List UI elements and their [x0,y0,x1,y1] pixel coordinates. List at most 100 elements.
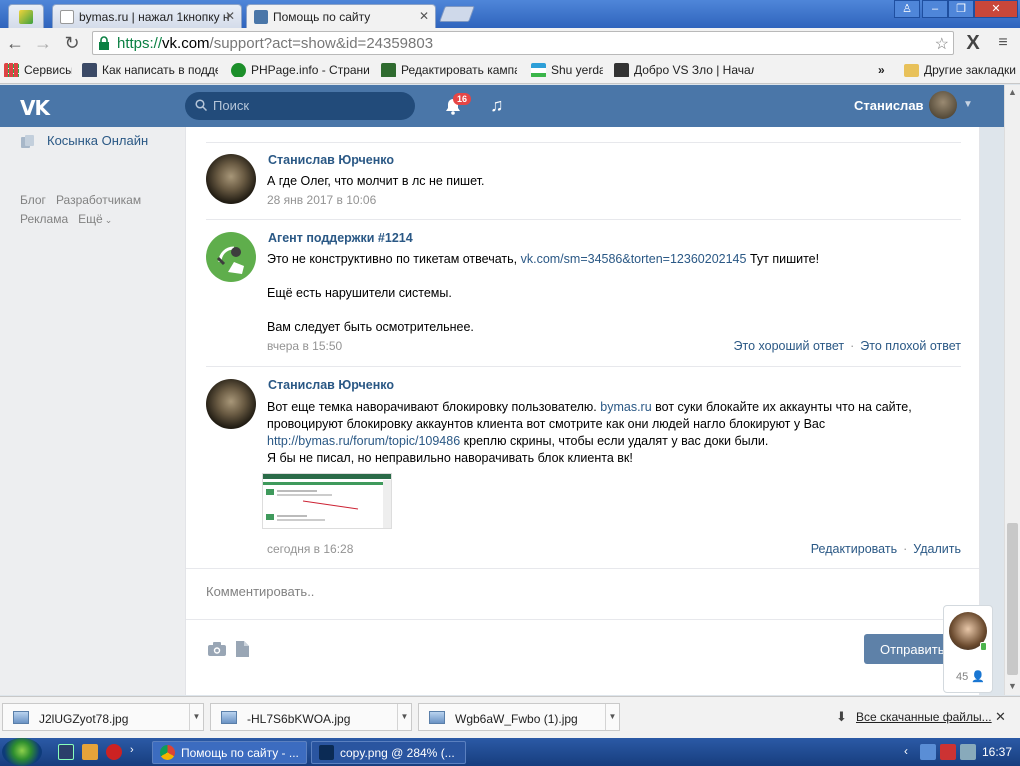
bookmark-services[interactable]: Сервисы [4,63,72,77]
app-icon[interactable] [106,744,122,760]
bookmark-item[interactable]: Как написать в подде [82,63,218,77]
scroll-down-icon[interactable]: ▼ [1008,681,1017,691]
document-icon[interactable] [236,641,249,657]
chevron-right-icon[interactable]: › [130,744,146,760]
avatar[interactable] [206,154,256,204]
delete-link[interactable]: Удалить [913,542,961,556]
chat-widget[interactable]: 45 👤 [943,605,993,693]
chrome-icon [160,745,175,760]
author-name[interactable]: Станислав Юрченко [268,153,394,167]
tab-label: Помощь по сайту [273,10,371,24]
app-icon[interactable] [82,744,98,760]
chevron-left-icon[interactable]: ‹ [904,744,908,758]
bookmarks-overflow[interactable]: » [878,63,885,77]
link-ads[interactable]: Реклама [20,212,68,226]
menu-item-solitaire[interactable]: Косынка Онлайн [47,133,148,148]
comment-input[interactable]: Комментировать.. [186,568,979,620]
left-menu: Косынка Онлайн Блог Разработчикам Реклама… [0,127,185,695]
list-item: Станислав Юрченко Вот еще темка наворачи… [206,366,961,568]
bookmark-item[interactable]: Shu yerda [531,63,603,77]
link-developers[interactable]: Разработчикам [56,193,141,207]
camera-icon[interactable] [208,642,226,656]
minimize-button[interactable]: – [922,0,948,18]
network-icon[interactable] [920,744,936,760]
page-scrollbar[interactable]: ▲ ▼ [1004,85,1020,695]
bad-answer-link[interactable]: Это плохой ответ [860,339,961,353]
download-item[interactable]: -HL7S6bKWOA.jpg ▼ [210,703,412,731]
forward-icon[interactable]: → [32,33,54,53]
menu-icon[interactable]: ≡ [992,33,1014,53]
all-downloads-link[interactable]: ⬇ Все скачанные файлы... [836,709,992,724]
download-item[interactable]: J2lUGZyot78.jpg ▼ [2,703,204,731]
other-bookmarks[interactable]: Другие закладки [904,63,1018,77]
bookmark-item[interactable]: PHPage.info - Страница [231,63,369,77]
tab-support[interactable]: Помощь по сайту ✕ [246,4,436,29]
tab-pinned[interactable] [8,4,44,28]
chevron-down-icon[interactable]: ▼ [963,99,973,110]
message-segment: Это не конструктивно по тикетам отвечать… [267,252,518,266]
bookmark-item[interactable]: Редактировать кампа [381,63,517,77]
close-icon[interactable]: ✕ [419,9,429,23]
volume-icon[interactable] [960,744,976,760]
message-segment: вот суки блокайте их аккаунты что на сай… [655,400,912,414]
bookmark-star-icon[interactable]: ☆ [935,34,949,54]
address-bar[interactable]: https://vk.com/support?act=show&id=24359… [92,31,954,55]
new-tab-button[interactable] [439,6,475,22]
author-name[interactable]: Агент поддержки #1214 [268,231,413,245]
scroll-up-icon[interactable]: ▲ [1008,87,1017,97]
user-name[interactable]: Станислав [854,98,924,113]
separator: · [903,542,908,556]
start-button[interactable] [2,738,42,766]
close-icon[interactable]: ✕ [995,709,1006,725]
avatar[interactable] [929,91,957,119]
window-close-button[interactable]: ✕ [974,0,1018,18]
agent-avatar[interactable] [206,232,256,282]
scrollbar-thumb[interactable] [1007,523,1018,675]
back-icon[interactable]: ← [4,33,26,53]
app-icon[interactable] [58,744,74,760]
site-icon [231,63,246,77]
link-blog[interactable]: Блог [20,193,46,207]
link-more[interactable]: Ещё [78,212,103,226]
flag-icon[interactable] [940,744,956,760]
extension-x-icon[interactable]: X [962,33,984,53]
maximize-button[interactable]: ❐ [948,0,974,18]
good-answer-link[interactable]: Это хороший ответ [734,339,845,353]
search-input[interactable]: Поиск [185,92,415,120]
clock[interactable]: 16:37 [982,745,1012,759]
chevron-down-icon[interactable]: ▼ [397,704,411,730]
chevron-down-icon[interactable]: ▼ [605,704,619,730]
separator: · [850,339,855,353]
download-filename: J2lUGZyot78.jpg [39,712,129,726]
attached-screenshot[interactable] [262,473,392,529]
url-path: /support?act=show&id=24359803 [209,35,434,52]
reload-icon[interactable]: ↻ [61,33,83,53]
lock-icon [99,36,109,50]
url-host: vk.com [162,35,210,52]
bookmark-label: Другие закладки [924,63,1016,77]
author-name[interactable]: Станислав Юрченко [268,378,394,392]
footer-links: Блог Разработчикам Реклама Ещё ⌄ [20,191,151,230]
bookmark-label: Сервисы [24,63,72,77]
taskbar-item-photoshop[interactable]: copy.png @ 284% (... [311,741,466,764]
message-link[interactable]: vk.com/sm=34586&torten=12360202145 [521,252,747,266]
search-icon [195,99,207,111]
all-downloads-label: Все скачанные файлы... [856,710,992,724]
vk-logo[interactable]: VK [20,96,50,120]
message-link[interactable]: bymas.ru [600,400,651,414]
close-icon[interactable]: ✕ [225,9,235,23]
taskbar-item-chrome[interactable]: Помощь по сайту - ... [152,741,307,764]
chevron-down-icon[interactable]: ▼ [189,704,203,730]
bookmark-item[interactable]: Добро VS Зло | Начало [614,63,754,77]
user-icon[interactable]: ♙ [894,0,920,18]
edit-link[interactable]: Редактировать [811,542,897,556]
flag-icon [531,63,546,77]
download-item[interactable]: Wgb6aW_Fwbo (1).jpg ▼ [418,703,620,731]
tab-bymas[interactable]: bymas.ru | нажал 1кнопку н ✕ [52,4,242,28]
music-icon[interactable]: ♫ [490,95,504,116]
folder-icon [904,64,919,77]
chevron-down-icon[interactable]: ⌄ [105,215,113,225]
message-link[interactable]: http://bymas.ru/forum/topic/109486 [267,434,460,448]
taskbar: › Помощь по сайту - ... copy.png @ 284% … [0,738,1020,766]
avatar[interactable] [206,379,256,429]
